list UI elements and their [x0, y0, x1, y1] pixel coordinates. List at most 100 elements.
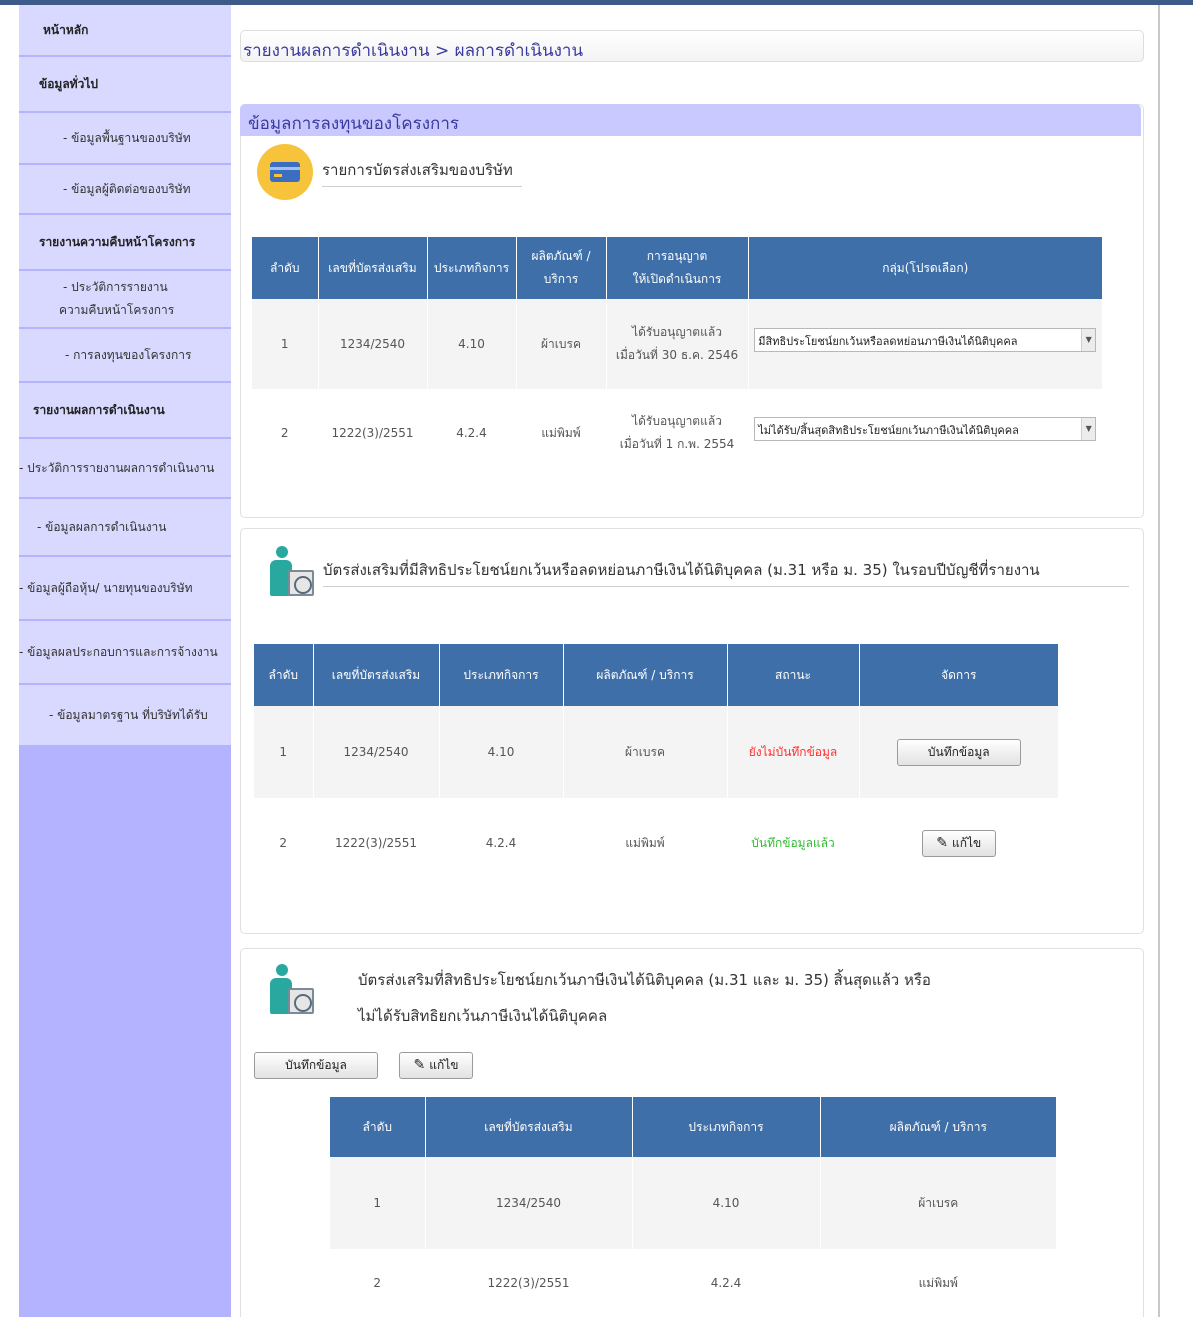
sidebar-item-label: - ข้อมูลพื้นฐานของบริษัท [63, 130, 191, 145]
cell-product: แม่พิมพ์ [516, 389, 607, 477]
promotion-cards-table: ลำดับ เลขที่บัตรส่งเสริม ประเภทกิจการ ผล… [252, 237, 1102, 477]
column-header: ประเภทกิจการ [439, 644, 564, 706]
dropdown-arrow-icon: ▼ [1081, 418, 1096, 441]
sidebar-item-company-contact[interactable]: - ข้อมูลผู้ติดต่อของบริษัท [19, 165, 231, 213]
cell-no: 2 [330, 1249, 426, 1317]
sidebar-item-label: - การลงทุนของโครงการ [65, 347, 192, 362]
cell-business-type: 4.2.4 [427, 389, 517, 477]
sidebar-item-performance-history[interactable]: - ประวัติการรายงานผลการดำเนินงาน [19, 439, 231, 497]
person-document-icon [266, 546, 318, 604]
column-header: สถานะ [727, 644, 860, 706]
cell-card-no: 1222(3)/2551 [318, 389, 428, 477]
cell-no: 2 [252, 389, 319, 477]
person-document-icon [266, 964, 318, 1022]
sidebar-item-project-investment[interactable]: - การลงทุนของโครงการ [19, 329, 231, 381]
cell-product: แม่พิมพ์ [820, 1249, 1056, 1317]
table-row: 2 1222(3)/2551 4.2.4 แม่พิมพ์ บันทึกข้อม… [254, 798, 1058, 888]
sidebar-item-label: - ประวัติการรายงานผลการดำเนินงาน [19, 460, 215, 475]
cell-card-no: 1234/2540 [313, 706, 440, 798]
cell-no: 1 [254, 706, 314, 798]
sidebar-item-standards[interactable]: - ข้อมูลมาตรฐาน ที่บริษัทได้รับ [19, 685, 231, 745]
table-row: 2 1222(3)/2551 4.2.4 แม่พิมพ์ [330, 1249, 1056, 1317]
sidebar-item-label-line2: ความคืบหน้าโครงการ [59, 303, 175, 317]
column-header: กลุ่ม(โปรดเลือก) [748, 237, 1102, 299]
column-header: ลำดับ [254, 644, 314, 706]
cell-business-type: 4.10 [427, 299, 517, 389]
group-select[interactable]: ไม่ได้รับ/สิ้นสุดสิทธิประโยชน์ยกเว้นภาษี… [754, 417, 1097, 442]
section-title-expired-benefit: บัตรส่งเสริมที่สิทธิประโยชน์ยกเว้นภาษีเง… [358, 971, 931, 1025]
right-border [1158, 5, 1160, 1317]
sidebar-item-label: - ข้อมูลผลประกอบการและการจ้างงาน [19, 644, 218, 659]
edit-button[interactable]: ✎ แก้ไข [921, 829, 996, 857]
dropdown-arrow-icon: ▼ [1081, 329, 1096, 352]
cell-status: บันทึกข้อมูลแล้ว [727, 798, 860, 888]
table-header-row: ลำดับ เลขที่บัตรส่งเสริม ประเภทกิจการ ผล… [254, 644, 1058, 706]
column-header: เลขที่บัตรส่งเสริม [318, 237, 428, 299]
save-data-button[interactable]: บันทึกข้อมูล [896, 738, 1021, 766]
column-header: ลำดับ [330, 1097, 426, 1157]
cell-business-type: 4.10 [632, 1157, 821, 1249]
table-row: 1 1234/2540 4.10 ผ้าเบรค [330, 1157, 1056, 1249]
sidebar-item-operations-employment[interactable]: - ข้อมูลผลประกอบการและการจ้างงาน [19, 621, 231, 683]
cell-group: มีสิทธิประโยชน์ยกเว้นหรือลดหย่อนภาษีเงิน… [748, 299, 1102, 389]
cell-action: ✎ แก้ไข [859, 798, 1058, 888]
column-header: ประเภทกิจการ [632, 1097, 821, 1157]
sidebar-item-label: ข้อมูลทั่วไป [39, 76, 98, 91]
table-row: 1 1234/2540 4.10 ผ้าเบรค ยังไม่บันทึกข้อ… [254, 706, 1058, 798]
table-row: 1 1234/2540 4.10 ผ้าเบรค ได้รับอนุญาตแล้… [252, 299, 1102, 389]
cell-permit: ได้รับอนุญาตแล้ว เมื่อวันที่ 1 ก.พ. 2554 [606, 389, 749, 477]
group-select[interactable]: มีสิทธิประโยชน์ยกเว้นหรือลดหย่อนภาษีเงิน… [754, 328, 1097, 353]
cell-card-no: 1234/2540 [425, 1157, 633, 1249]
sidebar-item-progress-history[interactable]: - ประวัติการรายงาน ความคืบหน้าโครงการ [19, 271, 231, 327]
cell-product: แม่พิมพ์ [563, 798, 728, 888]
cell-card-no: 1234/2540 [318, 299, 428, 389]
status-badge: ยังไม่บันทึกข้อมูล [748, 744, 838, 759]
panel-title: ข้อมูลการลงทุนของโครงการ [248, 114, 460, 134]
section-title-promotion-cards: รายการบัตรส่งเสริมของบริษัท [322, 158, 522, 187]
sidebar-item-shareholders[interactable]: - ข้อมูลผู้ถือหุ้น/ นายทุนของบริษัท [19, 557, 231, 619]
cell-no: 1 [252, 299, 319, 389]
sidebar-item-company-basic[interactable]: - ข้อมูลพื้นฐานของบริษัท [19, 113, 231, 163]
table-header-row: ลำดับ เลขที่บัตรส่งเสริม ประเภทกิจการ ผล… [330, 1097, 1056, 1157]
column-header: เลขที่บัตรส่งเสริม [313, 644, 440, 706]
sidebar: หน้าหลัก ข้อมูลทั่วไป - ข้อมูลพื้นฐานของ… [19, 5, 231, 1317]
column-header: ลำดับ [252, 237, 319, 299]
cell-no: 2 [254, 798, 314, 888]
cell-no: 1 [330, 1157, 426, 1249]
cell-product: ผ้าเบรค [820, 1157, 1056, 1249]
investment-panel-header: ข้อมูลการลงทุนของโครงการ [240, 104, 1141, 136]
column-header: เลขที่บัตรส่งเสริม [425, 1097, 633, 1157]
sidebar-item-label: - ข้อมูลมาตรฐาน ที่บริษัทได้รับ [49, 707, 208, 722]
sidebar-item-label: รายงานความคืบหน้าโครงการ [39, 234, 196, 249]
sidebar-item-label: - ข้อมูลผู้ถือหุ้น/ นายทุนของบริษัท [19, 580, 193, 595]
section-title-tax-benefit: บัตรส่งเสริมที่มีสิทธิประโยชน์ยกเว้นหรือ… [323, 558, 1129, 587]
cell-business-type: 4.10 [439, 706, 564, 798]
cell-product: ผ้าเบรค [516, 299, 607, 389]
cell-permit: ได้รับอนุญาตแล้ว เมื่อวันที่ 30 ธ.ค. 2546 [606, 299, 749, 389]
breadcrumb: รายงานผลการดำเนินงาน > ผลการดำเนินงาน [240, 30, 1144, 62]
left-gutter [0, 5, 19, 1317]
sidebar-item-label: รายงานผลการดำเนินงาน [33, 402, 165, 417]
pencil-icon: ✎ [936, 834, 948, 851]
column-header: ประเภทกิจการ [427, 237, 517, 299]
sidebar-item-label: - ประวัติการรายงาน [63, 280, 168, 295]
cell-card-no: 1222(3)/2551 [425, 1249, 633, 1317]
credit-card-icon [257, 144, 313, 200]
column-header: ผลิตภัณฑ์ / บริการ [820, 1097, 1056, 1157]
table-header-row: ลำดับ เลขที่บัตรส่งเสริม ประเภทกิจการ ผล… [252, 237, 1102, 299]
sidebar-item-home[interactable]: หน้าหลัก [19, 5, 231, 55]
edit-button[interactable]: ✎ แก้ไข [399, 1052, 473, 1079]
sidebar-item-progress-report: รายงานความคืบหน้าโครงการ [19, 215, 231, 269]
pencil-icon: ✎ [413, 1057, 426, 1073]
cell-group: ไม่ได้รับ/สิ้นสุดสิทธิประโยชน์ยกเว้นภาษี… [748, 389, 1102, 477]
column-header: การอนุญาต ให้เปิดดำเนินการ [606, 237, 749, 299]
sidebar-item-performance-report: รายงานผลการดำเนินงาน [19, 383, 231, 437]
sidebar-item-performance-data[interactable]: - ข้อมูลผลการดำเนินงาน [19, 499, 231, 555]
column-header: ผลิตภัณฑ์ / บริการ [563, 644, 728, 706]
cell-product: ผ้าเบรค [563, 706, 728, 798]
breadcrumb-text: รายงานผลการดำเนินงาน > ผลการดำเนินงาน [243, 41, 584, 61]
cell-action: บันทึกข้อมูล [859, 706, 1058, 798]
sidebar-item-general[interactable]: ข้อมูลทั่วไป [19, 57, 231, 111]
cell-business-type: 4.2.4 [439, 798, 564, 888]
save-data-button[interactable]: บันทึกข้อมูล [254, 1052, 378, 1079]
